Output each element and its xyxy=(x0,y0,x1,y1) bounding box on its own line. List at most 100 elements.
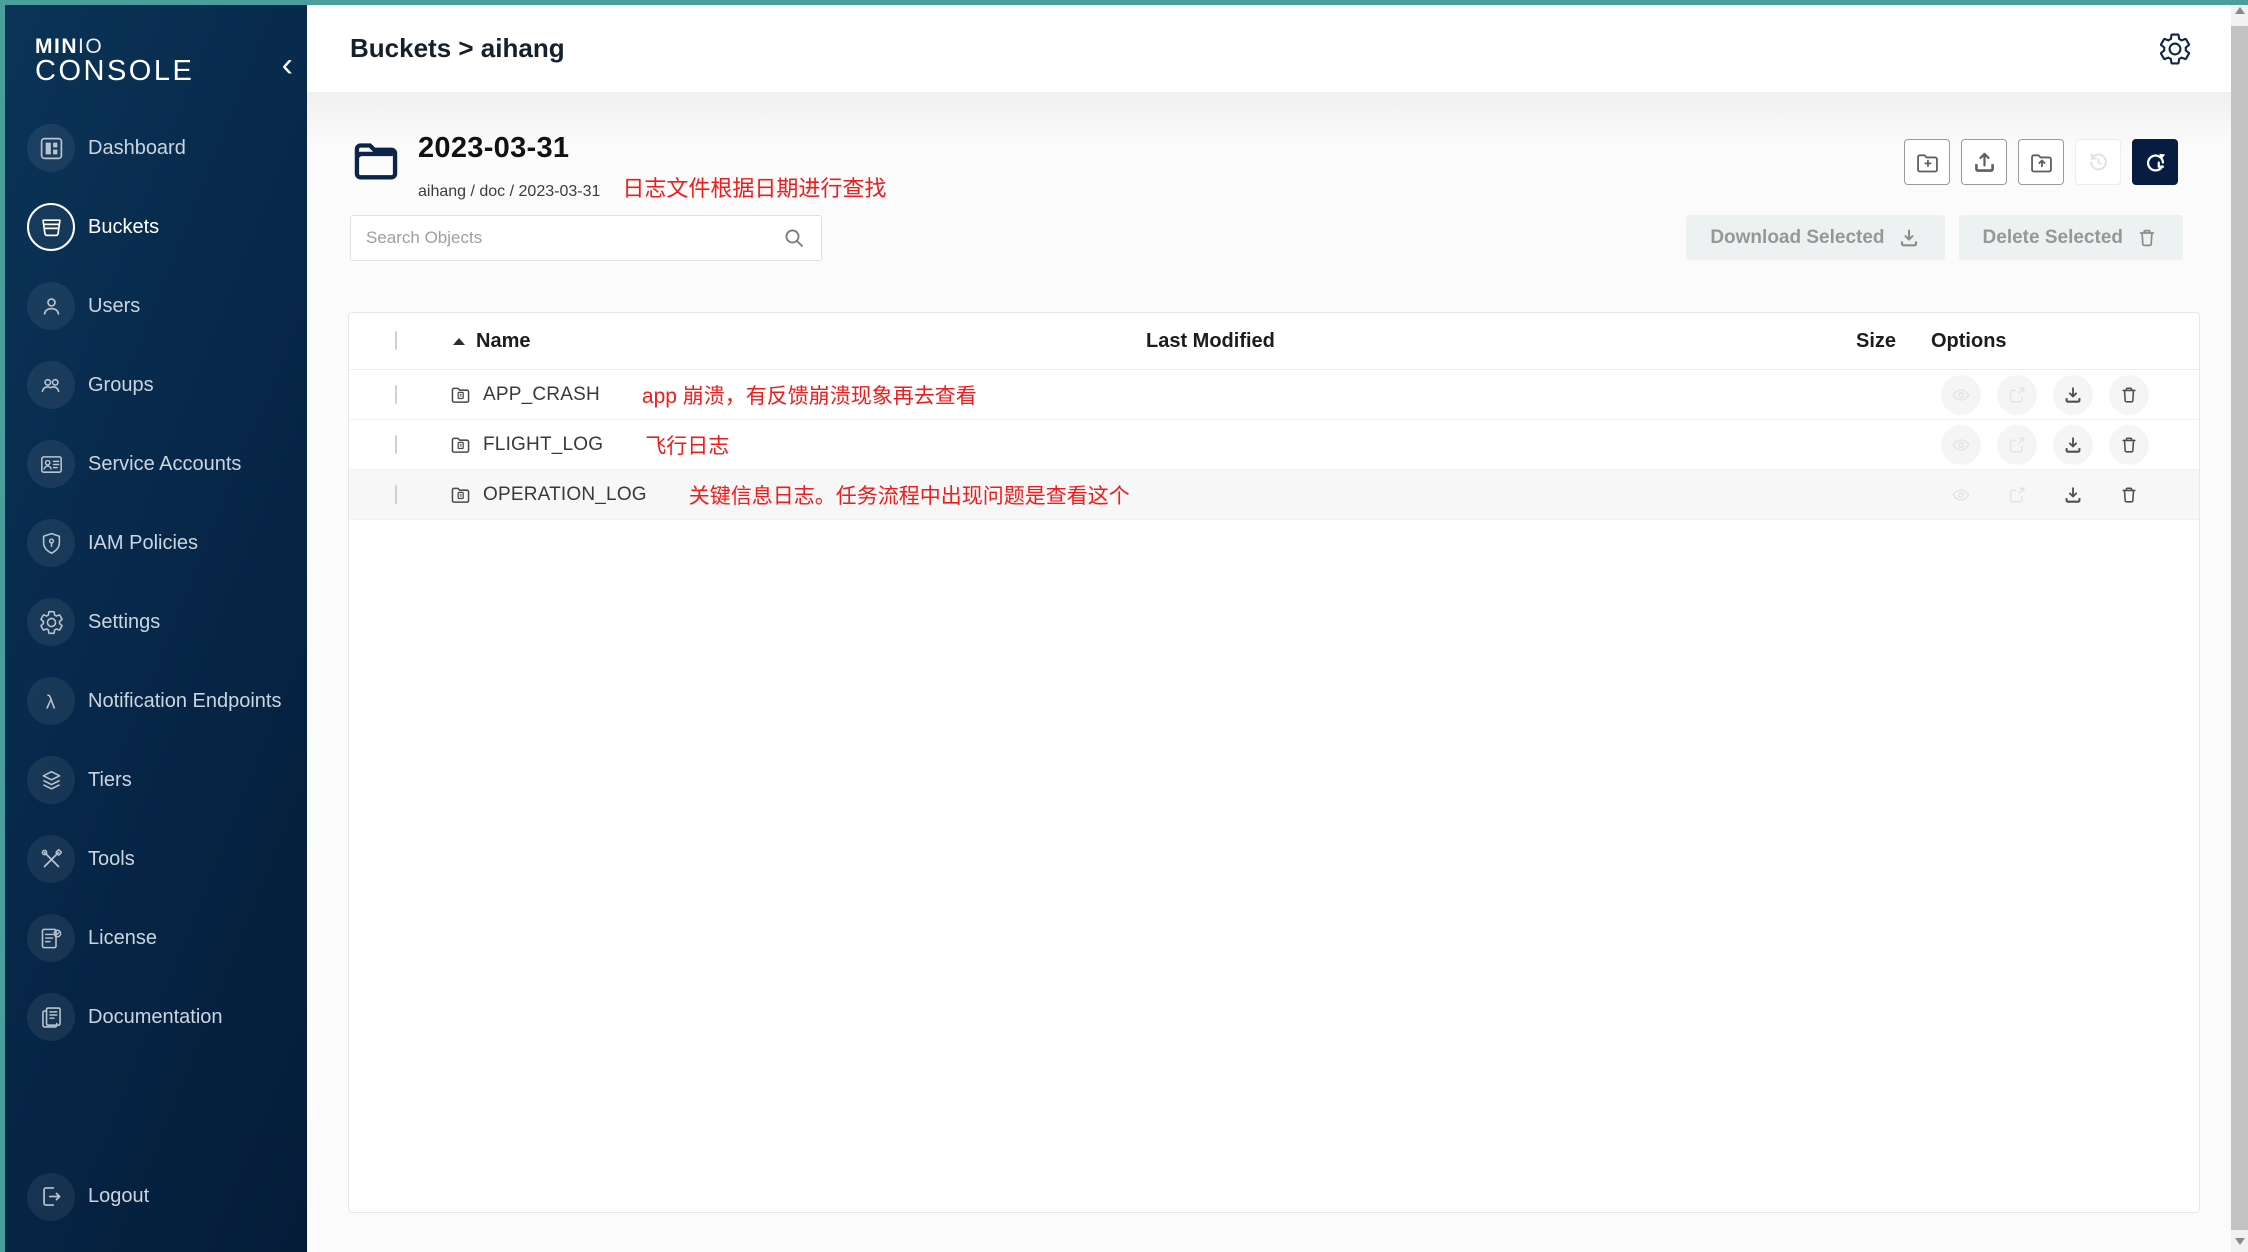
delete-selected-button[interactable]: Delete Selected xyxy=(1959,215,2183,260)
row-options xyxy=(1931,475,2200,515)
share-icon[interactable] xyxy=(1997,475,2037,515)
object-link[interactable]: OPERATION_LOG 关键信息日志。任务流程中出现问题是查看这个 xyxy=(413,480,1146,510)
logo-console: CONSOLE xyxy=(35,57,307,87)
row-checkbox[interactable] xyxy=(395,435,397,454)
sidebar-item-notification-endpoints[interactable]: λ Notification Endpoints xyxy=(5,662,307,741)
sidebar-item-iam-policies[interactable]: IAM Policies xyxy=(5,504,307,583)
current-folder-header: 2023-03-31 aihang / doc / 2023-03-31 日志文… xyxy=(350,132,886,203)
upload-file-button[interactable] xyxy=(1961,139,2007,185)
delete-icon[interactable] xyxy=(2109,425,2149,465)
sidebar-item-tools[interactable]: Tools xyxy=(5,820,307,899)
delete-icon[interactable] xyxy=(2109,375,2149,415)
row-options xyxy=(1931,375,2200,415)
sidebar: MINIO CONSOLE ‹ Dashboard Buckets Users … xyxy=(0,0,307,1252)
sidebar-item-service-accounts[interactable]: Service Accounts xyxy=(5,425,307,504)
dashboard-icon xyxy=(27,124,75,172)
folder-annotation: 日志文件根据日期进行查找 xyxy=(622,171,886,203)
users-icon xyxy=(27,282,75,330)
row-checkbox[interactable] xyxy=(395,385,397,404)
rewind-button[interactable] xyxy=(2075,139,2121,185)
preview-eye-icon[interactable] xyxy=(1941,475,1981,515)
page-header: Buckets > aihang xyxy=(307,5,2231,92)
svg-text:λ: λ xyxy=(45,692,55,713)
download-icon[interactable] xyxy=(2053,475,2093,515)
table-row: OPERATION_LOG 关键信息日志。任务流程中出现问题是查看这个 xyxy=(349,470,2199,520)
refresh-icon xyxy=(2142,149,2169,176)
share-icon[interactable] xyxy=(1997,425,2037,465)
sidebar-item-logout[interactable]: Logout xyxy=(5,1157,307,1236)
prefix-folder-icon xyxy=(449,433,472,456)
rewind-icon xyxy=(2085,149,2112,176)
sort-asc-icon[interactable] xyxy=(453,338,465,345)
sidebar-item-buckets[interactable]: Buckets xyxy=(5,188,307,267)
prefix-folder-icon xyxy=(449,383,472,406)
preview-eye-icon[interactable] xyxy=(1941,425,1981,465)
column-header-name: Name xyxy=(476,330,530,353)
logout-icon xyxy=(27,1173,75,1221)
download-icon[interactable] xyxy=(2053,425,2093,465)
main-content: 2023-03-31 aihang / doc / 2023-03-31 日志文… xyxy=(307,92,2231,1252)
sidebar-item-documentation[interactable]: Documentation xyxy=(5,978,307,1057)
row-annotation: 飞行日志 xyxy=(645,430,729,460)
breadcrumb: Buckets > aihang xyxy=(350,33,565,64)
table-row: FLIGHT_LOG 飞行日志 xyxy=(349,420,2199,470)
sidebar-item-groups[interactable]: Groups xyxy=(5,346,307,425)
tools-icon xyxy=(27,835,75,883)
iam-policies-icon xyxy=(27,519,75,567)
column-header-size: Size xyxy=(1856,330,1896,352)
download-selected-button[interactable]: Download Selected xyxy=(1686,215,1944,260)
top-accent-strip xyxy=(0,0,2248,5)
row-annotation: 关键信息日志。任务流程中出现问题是查看这个 xyxy=(689,480,1130,510)
license-icon xyxy=(27,914,75,962)
scrollbar-up-icon[interactable] xyxy=(2235,7,2245,14)
minio-console-logo: MINIO CONSOLE xyxy=(35,36,307,87)
sidebar-item-dashboard[interactable]: Dashboard xyxy=(5,109,307,188)
trash-icon xyxy=(2135,226,2159,250)
sidebar-item-users[interactable]: Users xyxy=(5,267,307,346)
search-input[interactable] xyxy=(351,228,781,248)
row-checkbox[interactable] xyxy=(395,485,397,504)
scrollbar-thumb[interactable] xyxy=(2231,26,2248,1230)
service-accounts-icon xyxy=(27,440,75,488)
documentation-icon xyxy=(27,993,75,1041)
upload-folder-button[interactable] xyxy=(2018,139,2064,185)
upload-folder-icon xyxy=(2028,149,2055,176)
search-box xyxy=(350,215,822,261)
table-row: APP_CRASH app 崩溃，有反馈崩溃现象再去查看 xyxy=(349,370,2199,420)
search-icon xyxy=(781,225,807,251)
selection-actions: Download Selected Delete Selected xyxy=(1686,215,2183,260)
header-settings-button[interactable] xyxy=(2155,29,2195,69)
refresh-button[interactable] xyxy=(2132,139,2178,185)
object-link[interactable]: FLIGHT_LOG 飞行日志 xyxy=(413,430,1146,460)
folder-title: 2023-03-31 xyxy=(418,132,886,165)
sidebar-item-settings[interactable]: Settings xyxy=(5,583,307,662)
delete-icon[interactable] xyxy=(2109,475,2149,515)
row-annotation: app 崩溃，有反馈崩溃现象再去查看 xyxy=(642,380,977,410)
sidebar-item-license[interactable]: License xyxy=(5,899,307,978)
row-options xyxy=(1931,425,2200,465)
new-path-icon xyxy=(1914,149,1941,176)
select-all-checkbox[interactable] xyxy=(395,331,397,350)
upload-file-icon xyxy=(1971,149,1998,176)
folder-icon xyxy=(350,134,402,186)
lambda-icon: λ xyxy=(27,677,75,725)
prefix-folder-icon xyxy=(449,483,472,506)
folder-path: aihang / doc / 2023-03-31 xyxy=(418,183,600,201)
table-header-row: Name Last Modified Size Options xyxy=(349,313,2199,370)
tiers-icon xyxy=(27,756,75,804)
buckets-icon xyxy=(27,203,75,251)
vertical-scrollbar[interactable] xyxy=(2231,0,2248,1252)
preview-eye-icon[interactable] xyxy=(1941,375,1981,415)
chevron-left-icon: ‹ xyxy=(282,46,293,84)
sidebar-collapse-button[interactable]: ‹ xyxy=(282,48,293,82)
share-icon[interactable] xyxy=(1997,375,2037,415)
settings-icon xyxy=(27,598,75,646)
column-header-options: Options xyxy=(1931,330,2007,352)
new-path-button[interactable] xyxy=(1904,139,1950,185)
download-icon xyxy=(1897,226,1921,250)
column-header-last-modified: Last Modified xyxy=(1146,330,1275,352)
scrollbar-down-icon[interactable] xyxy=(2235,1238,2245,1245)
object-link[interactable]: APP_CRASH app 崩溃，有反馈崩溃现象再去查看 xyxy=(413,380,1146,410)
sidebar-item-tiers[interactable]: Tiers xyxy=(5,741,307,820)
download-icon[interactable] xyxy=(2053,375,2093,415)
